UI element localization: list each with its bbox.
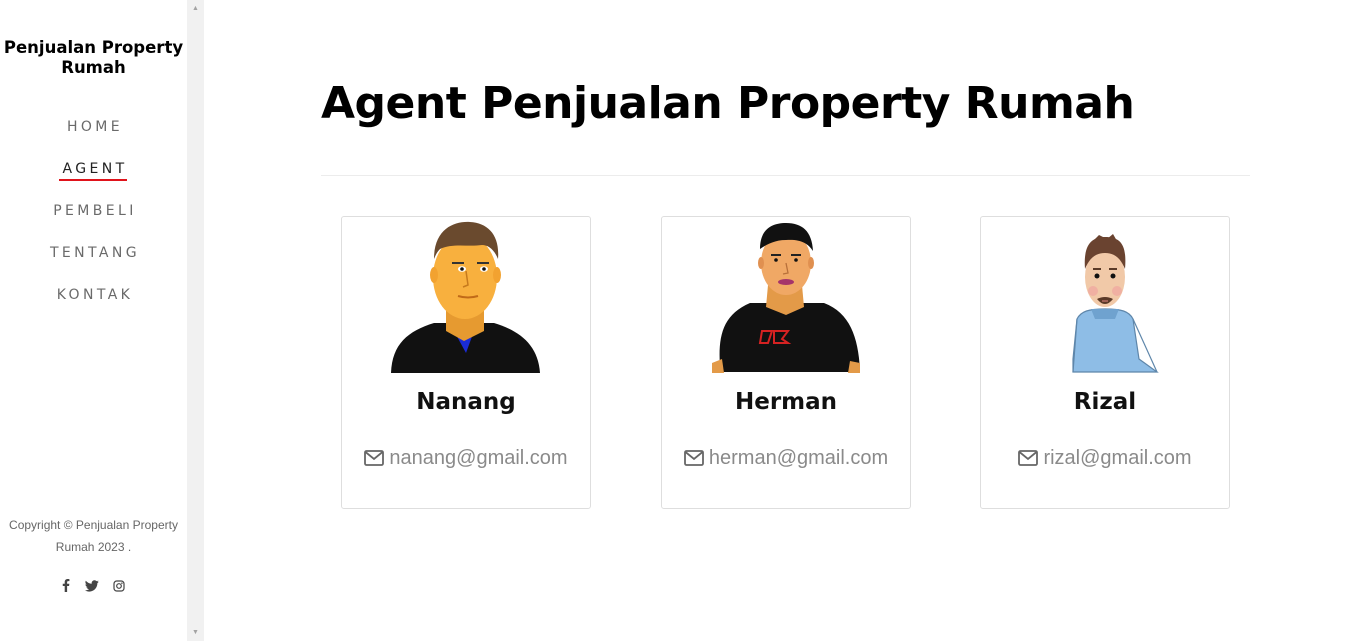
agent-email-text: rizal@gmail.com: [1043, 447, 1192, 469]
nav-link-agent[interactable]: AGENT: [59, 161, 127, 177]
nav-link-pembeli[interactable]: PEMBELI: [50, 203, 137, 219]
active-nav-underline: [59, 179, 127, 181]
agent-email-text: herman@gmail.com: [708, 447, 889, 469]
title-divider: [321, 175, 1250, 176]
nav-item-pembeli[interactable]: PEMBELI: [0, 203, 187, 219]
instagram-icon[interactable]: [113, 579, 125, 597]
nav-link-tentang[interactable]: TENTANG: [47, 245, 140, 261]
agent-email[interactable]: herman@gmail.com: [662, 447, 910, 470]
scroll-down-arrow-icon[interactable]: ▼: [187, 624, 204, 641]
sidebar-scrollbar[interactable]: ▲ ▼: [187, 0, 204, 641]
envelope-icon: [683, 450, 704, 466]
agent-avatar-herman: [712, 223, 860, 373]
page-title: Agent Penjualan Property Rumah: [321, 78, 1135, 129]
agent-name: Nanang: [416, 389, 516, 415]
agent-card-herman: Herman herman@gmail.com: [661, 216, 911, 509]
brand-title-line1: Penjualan Property: [3, 38, 184, 57]
agent-name: Rizal: [1073, 389, 1137, 415]
envelope-icon: [364, 450, 385, 466]
agent-email[interactable]: nanang@gmail.com: [342, 447, 590, 470]
agent-card-nanang: Nanang nanang@gmail.com: [341, 216, 591, 509]
nav-link-kontak[interactable]: KONTAK: [54, 287, 134, 303]
brand-title-line2: Rumah: [61, 58, 126, 77]
sidebar: Penjualan Property Rumah HOME AGENT PEMB…: [0, 0, 187, 641]
copyright-line1: Copyright © Penjualan Property: [9, 518, 178, 532]
nav-item-tentang[interactable]: TENTANG: [0, 245, 187, 261]
agent-email[interactable]: rizal@gmail.com: [981, 447, 1229, 470]
copyright-line2: Rumah 2023 .: [55, 540, 132, 554]
agent-avatar-nanang: [391, 221, 540, 373]
nav-item-kontak[interactable]: KONTAK: [0, 287, 187, 303]
scroll-up-arrow-icon[interactable]: ▲: [187, 0, 204, 17]
agent-name: Herman: [734, 389, 838, 415]
brand-title[interactable]: Penjualan Property Rumah: [0, 38, 187, 78]
envelope-icon: [1018, 450, 1039, 466]
social-links: [0, 579, 187, 597]
nav-item-home[interactable]: HOME: [0, 119, 187, 135]
nav-link-home[interactable]: HOME: [64, 119, 123, 135]
agent-email-text: nanang@gmail.com: [389, 447, 568, 469]
twitter-icon[interactable]: [84, 579, 99, 597]
copyright-text: Copyright © Penjualan Property Rumah 202…: [0, 514, 187, 558]
agent-card-rizal: Rizal rizal@gmail.com: [980, 216, 1230, 509]
facebook-icon[interactable]: [62, 579, 70, 597]
agent-avatar-rizal: [1072, 234, 1159, 373]
nav-item-agent[interactable]: AGENT: [0, 161, 187, 177]
